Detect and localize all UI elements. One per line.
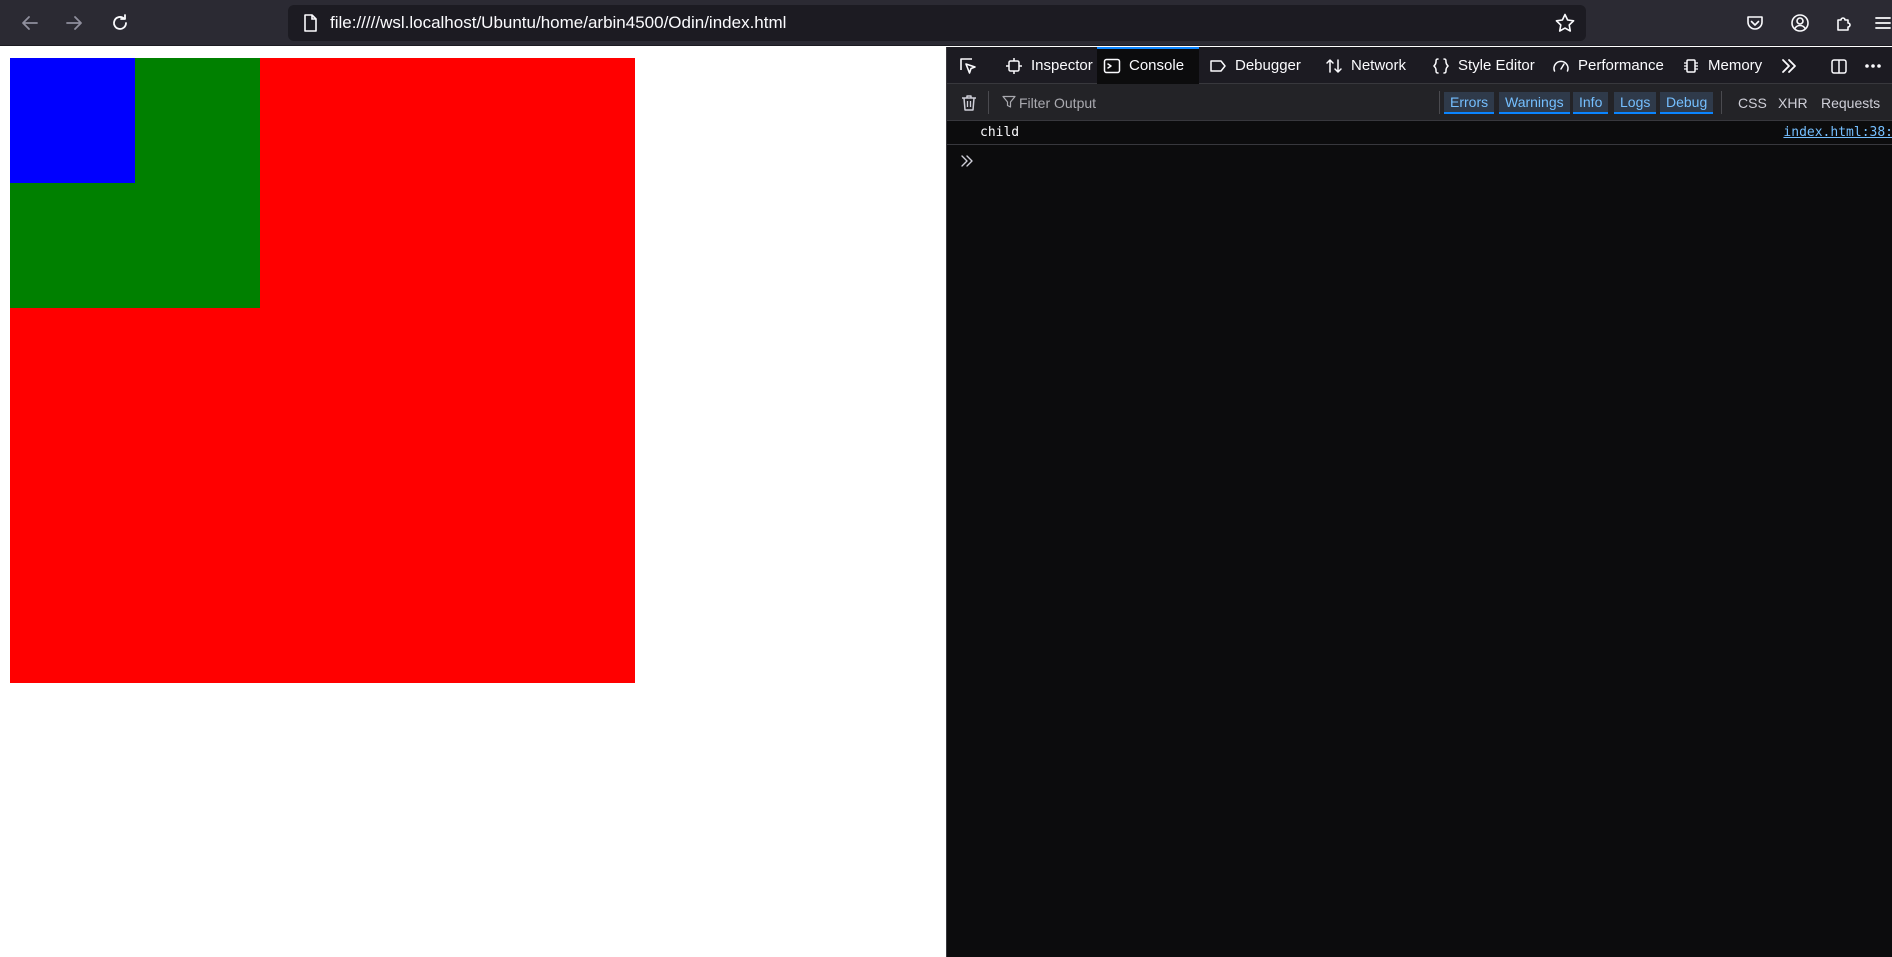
inspector-icon xyxy=(1006,57,1022,74)
page-icon xyxy=(304,14,317,32)
page-viewport xyxy=(0,47,946,957)
console-icon xyxy=(1103,58,1121,73)
tab-console[interactable]: Console xyxy=(1097,47,1199,84)
tab-console-label: Console xyxy=(1129,57,1185,74)
style-editor-icon xyxy=(1432,57,1450,74)
filter-css[interactable]: CSS xyxy=(1738,92,1767,114)
reload-button[interactable] xyxy=(106,9,134,37)
puzzle-icon xyxy=(1837,17,1851,31)
devtools-tab-bar: Inspector Console Debugger Network Style… xyxy=(947,47,1892,84)
reload-icon xyxy=(113,14,127,30)
ellipsis-icon xyxy=(1865,64,1881,68)
extensions-button[interactable] xyxy=(1830,9,1858,37)
devtools-menu-button[interactable] xyxy=(1862,55,1884,77)
toolbar-separator xyxy=(1721,91,1722,114)
tab-style-editor[interactable]: Style Editor xyxy=(1426,47,1541,84)
tab-memory-label: Memory xyxy=(1708,57,1763,74)
more-tabs-button[interactable] xyxy=(1777,55,1799,77)
filter-output-input[interactable] xyxy=(1019,91,1339,114)
debugger-icon xyxy=(1210,59,1226,72)
console-log-row: child index.html:38: xyxy=(947,121,1892,145)
log-source-link[interactable]: index.html:38: xyxy=(1783,121,1892,145)
dock-options-button[interactable] xyxy=(1828,55,1850,77)
pocket-icon xyxy=(1747,16,1763,30)
tab-style-editor-label: Style Editor xyxy=(1458,57,1535,74)
hamburger-icon xyxy=(1875,17,1891,29)
filter-errors[interactable]: Errors xyxy=(1444,92,1495,114)
filter-xhr[interactable]: XHR xyxy=(1778,92,1808,114)
back-arrow-icon xyxy=(22,16,38,30)
tab-inspector[interactable]: Inspector xyxy=(999,47,1099,84)
filter-info[interactable]: Info xyxy=(1573,92,1609,114)
tab-debugger[interactable]: Debugger xyxy=(1203,47,1307,84)
tab-inspector-label: Inspector xyxy=(1031,57,1093,74)
menu-button[interactable] xyxy=(1872,9,1892,37)
filter-warnings[interactable]: Warnings xyxy=(1499,92,1570,114)
filter-debug[interactable]: Debug xyxy=(1660,92,1714,114)
element-picker-button[interactable] xyxy=(957,55,979,77)
element-picker-icon xyxy=(960,58,976,74)
inner-blue-box xyxy=(10,58,135,183)
account-icon xyxy=(1791,14,1809,32)
console-prompt-icon xyxy=(961,155,973,167)
forward-arrow-icon xyxy=(66,16,82,30)
tab-network[interactable]: Network xyxy=(1319,47,1412,84)
account-button[interactable] xyxy=(1786,9,1814,37)
trash-icon[interactable] xyxy=(959,93,979,113)
memory-icon xyxy=(1684,58,1698,73)
tab-performance-label: Performance xyxy=(1578,57,1664,74)
pocket-button[interactable] xyxy=(1741,9,1769,37)
filter-icon xyxy=(1002,95,1016,108)
performance-icon xyxy=(1553,60,1569,72)
network-icon xyxy=(1326,58,1342,73)
dock-side-icon xyxy=(1831,59,1847,74)
browser-toolbar: file://///wsl.localhost/Ubuntu/home/arbi… xyxy=(0,0,1892,46)
middle-green-box xyxy=(10,58,260,308)
forward-button[interactable] xyxy=(60,9,88,37)
filter-logs[interactable]: Logs xyxy=(1614,92,1657,114)
toolbar-separator xyxy=(1439,91,1440,114)
filter-requests[interactable]: Requests xyxy=(1821,92,1880,114)
tab-network-label: Network xyxy=(1351,57,1407,74)
tab-debugger-label: Debugger xyxy=(1235,57,1301,74)
outer-red-box xyxy=(10,58,635,683)
toolbar-separator xyxy=(988,91,989,114)
bookmark-star-icon[interactable] xyxy=(1554,12,1576,34)
devtools-panel: Inspector Console Debugger Network Style… xyxy=(946,47,1892,957)
tab-memory[interactable]: Memory xyxy=(1676,47,1768,84)
console-input[interactable] xyxy=(981,147,1871,173)
double-chevron-right-icon xyxy=(1782,59,1796,73)
back-button[interactable] xyxy=(16,9,44,37)
console-filter-bar: Errors Warnings Info Logs Debug CSS XHR … xyxy=(947,84,1892,121)
tab-performance[interactable]: Performance xyxy=(1546,47,1670,84)
log-message: child xyxy=(980,125,1020,140)
url-bar[interactable]: file://///wsl.localhost/Ubuntu/home/arbi… xyxy=(288,5,1586,41)
url-text[interactable]: file://///wsl.localhost/Ubuntu/home/arbi… xyxy=(330,5,786,41)
